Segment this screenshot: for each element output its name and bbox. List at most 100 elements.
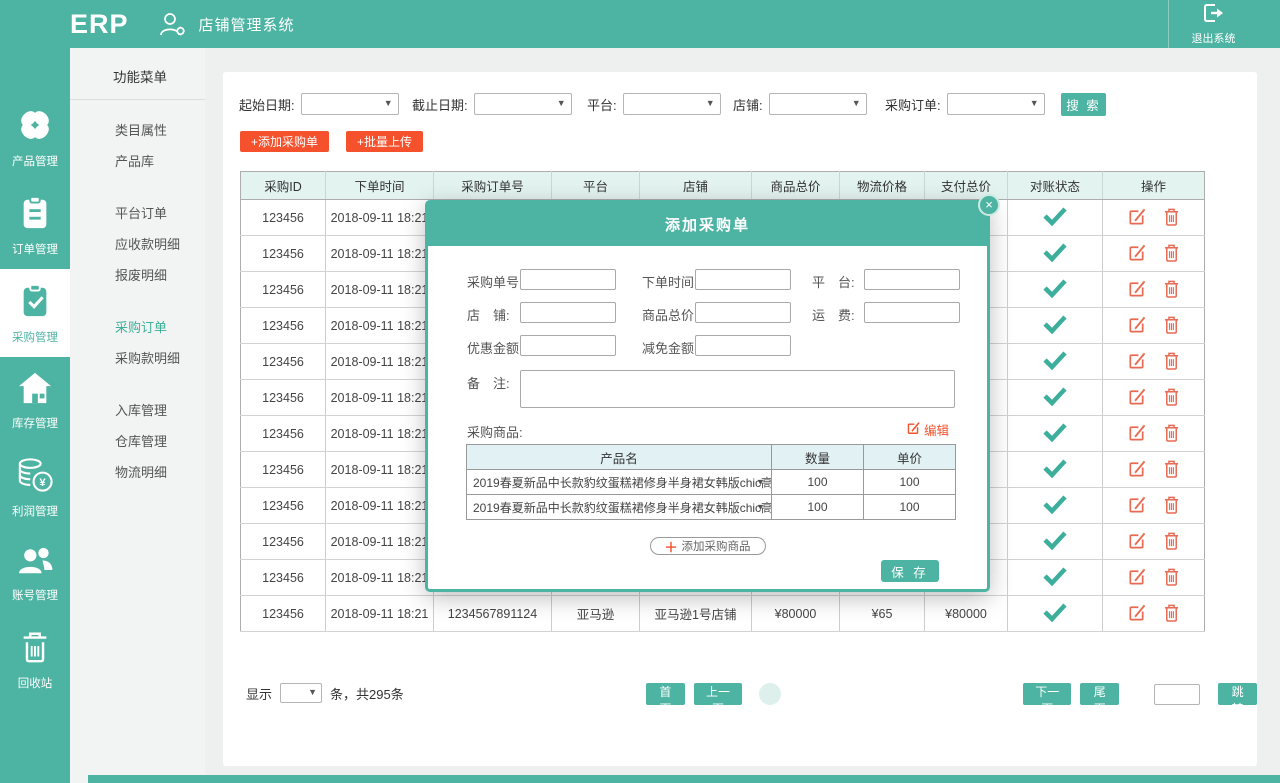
sidebar-item-accounts[interactable]: 账号管理 (0, 531, 70, 615)
freight-input[interactable] (864, 302, 960, 323)
platform-label: 平台: (587, 95, 617, 114)
first-page-button[interactable]: 首页 (646, 683, 685, 705)
menu-item-warehouse[interactable]: 仓库管理 (70, 425, 205, 456)
page-number[interactable] (837, 683, 859, 705)
edit-icon[interactable] (1127, 351, 1146, 373)
cell-reconcile-status (1008, 596, 1103, 632)
edit-icon[interactable] (1127, 531, 1146, 553)
delete-icon[interactable] (1163, 207, 1180, 229)
menu-item-category-attrs[interactable]: 类目属性 (70, 114, 205, 145)
edit-icon[interactable] (1127, 603, 1146, 625)
save-button[interactable]: 保 存 (881, 560, 939, 582)
edit-icon[interactable] (1127, 567, 1146, 589)
delete-icon[interactable] (1163, 495, 1180, 517)
topbar: ERP 店铺管理系统 退出系统 (0, 0, 1280, 48)
menu-item-platform-orders[interactable]: 平台订单 (70, 197, 205, 228)
cell-reconcile-status (1008, 272, 1103, 308)
menu-item-product-library[interactable]: 产品库 (70, 145, 205, 176)
page-number[interactable] (811, 683, 833, 705)
page-number[interactable] (941, 683, 963, 705)
edit-icon[interactable] (1127, 207, 1146, 229)
delete-icon[interactable] (1163, 567, 1180, 589)
jump-page-input[interactable] (1154, 684, 1200, 705)
delete-icon[interactable] (1163, 531, 1180, 553)
edit-icon[interactable] (1127, 243, 1146, 265)
sidebar-item-purchase[interactable]: 采购管理 (0, 269, 70, 357)
filter-purchase-order: 采购订单: ▼ (885, 93, 1045, 115)
product-name-select[interactable]: ▼2019春夏新品中长款豹纹蛋糕裙修身半身裙女韩版chic高腰显瘦…… (467, 470, 772, 495)
remark-textarea[interactable] (520, 370, 955, 408)
logout-button[interactable]: 退出系统 (1168, 0, 1258, 48)
check-icon (1042, 611, 1068, 625)
filter-start-date: 起始日期: ▼ (239, 93, 399, 115)
menu-item-purchase-orders[interactable]: 采购订单 (70, 311, 205, 342)
sidebar-item-orders[interactable]: 订单管理 (0, 181, 70, 269)
deduction-input[interactable] (695, 335, 791, 356)
modal-platform-input[interactable] (864, 269, 960, 290)
menu-item-purchase-payments[interactable]: 采购款明细 (70, 342, 205, 373)
delete-icon[interactable] (1163, 603, 1180, 625)
start-date-label: 起始日期: (239, 95, 295, 114)
start-date-select[interactable]: ▼ (301, 93, 399, 115)
product-row: ▼2019春夏新品中长款豹纹蛋糕裙修身半身裙女韩版chic高腰显瘦…… 100 … (467, 470, 956, 495)
platform-select[interactable]: ▼ (623, 93, 721, 115)
filter-platform: 平台: ▼ (587, 93, 721, 115)
modal-form-row-2: 店 铺: 商品总价: 运 费: (428, 302, 987, 323)
edit-products-link[interactable]: 编辑 (906, 420, 949, 439)
edit-icon[interactable] (1127, 279, 1146, 301)
sidebar-item-products[interactable]: 产品管理 (0, 93, 70, 181)
add-product-button[interactable]: ＋ 添加采购商品 (649, 537, 765, 555)
page-size-select[interactable]: ▼ (280, 683, 322, 703)
page-number[interactable] (993, 683, 1015, 705)
shop-select[interactable]: ▼ (769, 93, 867, 115)
prev-page-button[interactable]: 上一页 (694, 683, 742, 705)
edit-icon[interactable] (1127, 315, 1146, 337)
search-button[interactable]: 搜 索 (1061, 93, 1106, 116)
page-number[interactable] (967, 683, 989, 705)
purchase-order-select[interactable]: ▼ (947, 93, 1045, 115)
goods-total-input[interactable] (695, 302, 791, 323)
page-number[interactable] (889, 683, 911, 705)
order-time-input[interactable] (695, 269, 791, 290)
product-name-select[interactable]: ▼2019春夏新品中长款豹纹蛋糕裙修身半身裙女韩版chic高腰显瘦…… (467, 495, 772, 520)
edit-icon[interactable] (1127, 495, 1146, 517)
menu-item-inbound[interactable]: 入库管理 (70, 394, 205, 425)
delete-icon[interactable] (1163, 351, 1180, 373)
discount-input[interactable] (520, 335, 616, 356)
sidebar-item-inventory[interactable]: 库存管理 (0, 357, 70, 443)
page-number[interactable] (785, 683, 807, 705)
purchase-no-input[interactable] (520, 269, 616, 290)
menu-item-receivables[interactable]: 应收款明细 (70, 228, 205, 259)
page-number[interactable] (759, 683, 781, 705)
pagination-right: 首页 上一页 下一页 尾页 跳转 (646, 683, 1257, 705)
table-row: 123456 2018-09-11 18:21 1234567891124 亚马… (241, 596, 1205, 632)
sidebar-item-recycle[interactable]: 回收站 (0, 615, 70, 703)
add-purchase-button[interactable]: +添加采购单 (240, 131, 329, 152)
close-icon[interactable]: × (978, 194, 1000, 216)
modal-shop-input[interactable] (520, 302, 616, 323)
delete-icon[interactable] (1163, 387, 1180, 409)
edit-icon[interactable] (1127, 387, 1146, 409)
page-number[interactable] (915, 683, 937, 705)
page-numbers (759, 683, 1015, 705)
batch-upload-button[interactable]: +批量上传 (346, 131, 423, 152)
sidebar-item-profit[interactable]: ¥ 利润管理 (0, 443, 70, 531)
product-qty: 100 (772, 470, 864, 495)
delete-icon[interactable] (1163, 423, 1180, 445)
last-page-button[interactable]: 尾页 (1080, 683, 1119, 705)
menu-item-logistics[interactable]: 物流明细 (70, 456, 205, 487)
check-icon (1042, 215, 1068, 229)
col-goods-total: 商品总价 (752, 172, 840, 200)
edit-icon[interactable] (1127, 423, 1146, 445)
delete-icon[interactable] (1163, 315, 1180, 337)
end-date-select[interactable]: ▼ (474, 93, 572, 115)
menu-item-scrap-details[interactable]: 报废明细 (70, 259, 205, 290)
col-actions: 操作 (1103, 172, 1205, 200)
delete-icon[interactable] (1163, 243, 1180, 265)
edit-icon[interactable] (1127, 459, 1146, 481)
jump-button[interactable]: 跳转 (1218, 683, 1257, 705)
page-number[interactable] (863, 683, 885, 705)
delete-icon[interactable] (1163, 279, 1180, 301)
delete-icon[interactable] (1163, 459, 1180, 481)
next-page-button[interactable]: 下一页 (1023, 683, 1071, 705)
